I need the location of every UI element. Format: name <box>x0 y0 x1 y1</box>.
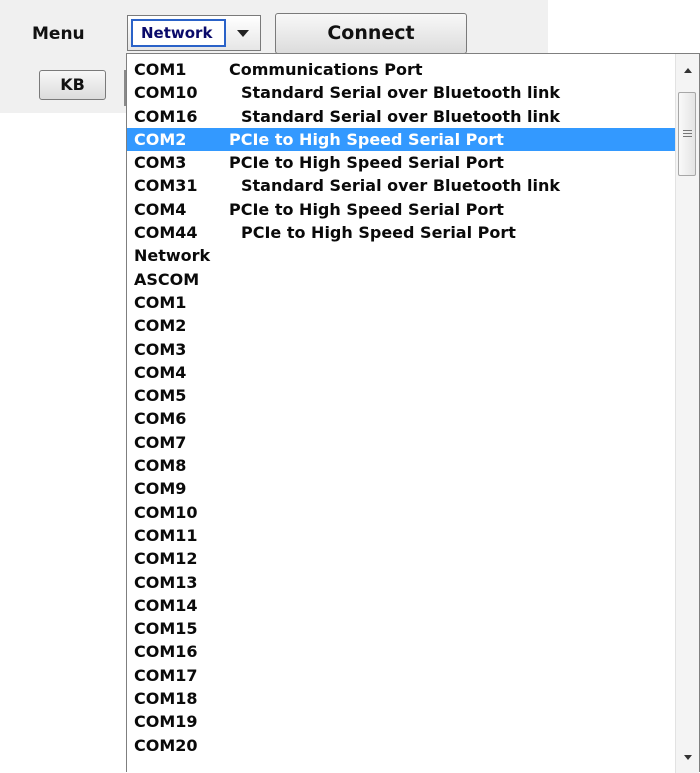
port-name: COM4 <box>134 199 187 219</box>
scroll-thumb[interactable] <box>678 92 696 176</box>
port-name: COM7 <box>134 432 187 452</box>
port-list-item[interactable]: COM2 PCIe to High Speed Serial Port <box>127 127 676 152</box>
port-list-item[interactable]: COM3 <box>127 338 676 361</box>
chevron-down-icon[interactable] <box>234 25 252 41</box>
port-description: PCIe to High Speed Serial Port <box>229 199 504 219</box>
port-name: COM16 <box>134 106 198 126</box>
port-name: COM13 <box>134 572 198 592</box>
connect-button[interactable]: Connect <box>275 13 467 54</box>
port-name: COM6 <box>134 409 187 429</box>
port-list-item[interactable]: COM17 <box>127 664 676 687</box>
port-name: COM2 <box>134 316 187 336</box>
port-list-item[interactable]: COM12 <box>127 547 676 570</box>
port-list-item[interactable]: COM4 PCIe to High Speed Serial Port <box>127 198 676 221</box>
port-name: COM1 <box>134 60 187 79</box>
port-select[interactable]: Network <box>127 15 261 51</box>
port-list-item[interactable]: COM8 <box>127 454 676 477</box>
port-description: PCIe to High Speed Serial Port <box>229 129 504 149</box>
scroll-down-arrow-icon[interactable] <box>683 754 693 762</box>
port-description: Communications Port <box>229 60 423 79</box>
port-name: COM14 <box>134 595 198 615</box>
port-list-item[interactable]: COM31 Standard Serial over Bluetooth link <box>127 174 676 197</box>
port-list-item[interactable]: COM1 <box>127 291 676 314</box>
port-description: PCIe to High Speed Serial Port <box>241 223 516 243</box>
port-name: COM44 <box>134 223 198 243</box>
port-name: COM4 <box>134 362 187 382</box>
port-name: COM20 <box>134 735 198 755</box>
port-name: COM16 <box>134 642 198 662</box>
port-name: COM31 <box>134 176 198 196</box>
port-list-item[interactable]: COM44 PCIe to High Speed Serial Port <box>127 221 676 244</box>
port-name: COM10 <box>134 502 198 522</box>
port-name: COM15 <box>134 619 198 639</box>
port-list-item[interactable]: COM16 Standard Serial over Bluetooth link <box>127 105 676 128</box>
scroll-up-arrow-icon[interactable] <box>683 66 693 74</box>
port-list-item[interactable]: COM6 <box>127 407 676 430</box>
port-list-item[interactable]: COM7 <box>127 431 676 454</box>
port-list-item[interactable]: COM20 <box>127 734 676 757</box>
port-list-item[interactable]: COM15 <box>127 617 676 640</box>
port-name: ASCOM <box>134 269 200 289</box>
port-list-item[interactable]: Network <box>127 244 676 267</box>
port-list: COM1 Communications Port COM10 Standard Ser… <box>127 58 676 757</box>
port-select-value[interactable]: Network <box>131 19 226 47</box>
port-name: Network <box>134 246 211 266</box>
port-dropdown-list[interactable]: COM1 Communications Port COM10 Standard Ser… <box>126 53 700 773</box>
port-description: PCIe to High Speed Serial Port <box>229 153 504 173</box>
port-list-item[interactable]: ASCOM <box>127 268 676 291</box>
port-list-item[interactable]: COM4 <box>127 361 676 384</box>
grip-icon <box>683 130 692 137</box>
port-name: COM3 <box>134 339 187 359</box>
port-list-item[interactable]: COM10 <box>127 501 676 524</box>
port-name: COM3 <box>134 153 187 173</box>
port-description: Standard Serial over Bluetooth link <box>241 176 561 196</box>
port-name: COM5 <box>134 386 187 406</box>
port-name: COM19 <box>134 712 198 732</box>
port-list-item[interactable]: COM16 <box>127 640 676 663</box>
port-name: COM12 <box>134 549 198 569</box>
port-list-item[interactable]: COM19 <box>127 710 676 733</box>
port-list-item[interactable]: COM11 <box>127 524 676 547</box>
port-name: COM8 <box>134 456 187 476</box>
port-list-item[interactable]: COM3 PCIe to High Speed Serial Port <box>127 151 676 174</box>
port-name: COM18 <box>134 689 198 709</box>
port-list-item[interactable]: COM10 Standard Serial over Bluetooth link <box>127 81 676 104</box>
port-name: COM9 <box>134 479 187 499</box>
port-name: COM1 <box>134 292 187 312</box>
vertical-scrollbar[interactable] <box>675 54 699 773</box>
port-description: Standard Serial over Bluetooth link <box>241 83 561 103</box>
port-list-item[interactable]: COM1 Communications Port <box>127 58 676 81</box>
port-list-item[interactable]: COM13 <box>127 571 676 594</box>
port-description: Standard Serial over Bluetooth link <box>241 106 561 126</box>
port-list-item[interactable]: COM2 <box>127 314 676 337</box>
kb-button[interactable]: KB <box>39 70 106 100</box>
port-name: COM17 <box>134 665 198 685</box>
port-list-item[interactable]: COM18 <box>127 687 676 710</box>
port-name: COM2 <box>134 129 187 149</box>
port-list-item[interactable]: COM9 <box>127 477 676 500</box>
port-name: COM10 <box>134 83 198 103</box>
port-list-item[interactable]: COM5 <box>127 384 676 407</box>
port-list-item[interactable]: COM14 <box>127 594 676 617</box>
menu-label: Menu <box>32 24 85 44</box>
port-name: COM11 <box>134 525 198 545</box>
